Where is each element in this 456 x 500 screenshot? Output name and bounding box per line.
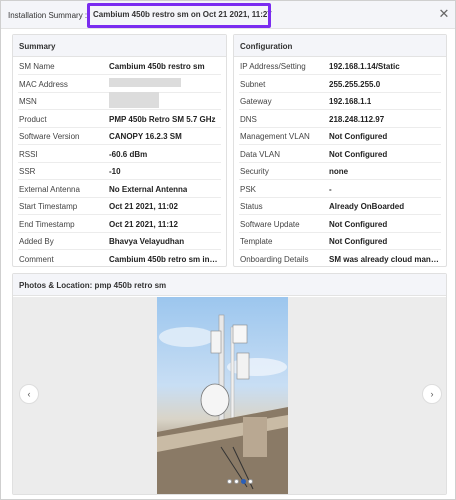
summary-value: -60.6 dBm xyxy=(109,149,148,159)
config-value: Not Configured xyxy=(329,237,388,246)
config-row: Template Not Configured xyxy=(234,232,446,250)
config-value: none xyxy=(329,167,349,176)
chevron-left-icon: ‹ xyxy=(27,389,31,399)
installation-summary-modal: Installation Summary : Cambium 450b rest… xyxy=(0,0,456,500)
config-value: Not Configured xyxy=(329,132,388,141)
close-icon[interactable]: ✕ xyxy=(437,7,451,21)
config-value: 192.168.1.1 xyxy=(329,97,372,106)
carousel-dot[interactable] xyxy=(234,479,239,484)
config-label: PSK xyxy=(240,184,257,194)
summary-value: CANOPY 16.2.3 SM xyxy=(109,132,182,141)
modal-header: Installation Summary : Cambium 450b rest… xyxy=(1,1,455,29)
config-row: Onboarding Details SM was already cloud m… xyxy=(234,250,446,268)
summary-value: -10 xyxy=(109,167,121,176)
summary-panel: Summary SM Name Cambium 450b restro sm MAC… xyxy=(12,34,227,267)
photos-panel: Photos & Location: pmp 450b retro sm ‹ › xyxy=(12,273,447,495)
site-photo xyxy=(157,297,288,494)
summary-label: RSSI xyxy=(19,149,38,159)
config-row: Management VLAN Not Configured xyxy=(234,127,446,145)
header-prefix: Installation Summary : xyxy=(8,11,88,20)
summary-value: Cambium 450b restro sm xyxy=(109,62,205,71)
summary-label: Product xyxy=(19,114,47,124)
config-row: PSK - xyxy=(234,180,446,198)
summary-label: SM Name xyxy=(19,62,55,71)
summary-row: Software Version CANOPY 16.2.3 SM xyxy=(13,127,226,145)
config-label: Subnet xyxy=(240,79,266,89)
redacted-value xyxy=(109,92,159,108)
summary-value: No External Antenna xyxy=(109,184,188,194)
carousel-dot[interactable] xyxy=(248,479,253,484)
summary-row: MSN xyxy=(13,92,226,110)
summary-label: MAC Address xyxy=(19,79,68,89)
summary-value: Bhavya Velayudhan xyxy=(109,237,185,246)
summary-row: SM Name Cambium 450b restro sm xyxy=(13,57,226,75)
summary-row: MAC Address xyxy=(13,75,226,93)
configuration-panel: Configuration IP Address/Setting 192.168.… xyxy=(233,34,447,267)
config-value: 192.168.1.14/Static xyxy=(329,62,400,71)
summary-label: Start Timestamp xyxy=(19,202,78,211)
config-value: 255.255.255.0 xyxy=(329,79,381,89)
config-row: Data VLAN Not Configured xyxy=(234,145,446,163)
summary-value: Oct 21 2021, 11:12 xyxy=(109,219,178,229)
config-label: Gateway xyxy=(240,97,272,106)
summary-row: External Antenna No External Antenna xyxy=(13,180,226,198)
photo-carousel: ‹ › xyxy=(13,297,446,494)
config-value: Already OnBoarded xyxy=(329,202,405,211)
config-value: SM was already cloud manag... xyxy=(329,254,441,264)
configuration-title: Configuration xyxy=(234,35,446,57)
redacted-value xyxy=(109,77,181,87)
summary-row: RSSI -60.6 dBm xyxy=(13,145,226,163)
summary-value: Oct 21 2021, 11:02 xyxy=(109,202,178,211)
config-value: 218.248.112.97 xyxy=(329,114,385,124)
summary-value: Cambium 450b retro sm inst... xyxy=(109,254,221,264)
config-label: Security xyxy=(240,167,269,176)
summary-label: MSN xyxy=(19,97,37,106)
config-value: - xyxy=(329,184,332,194)
config-label: IP Address/Setting xyxy=(240,62,306,71)
photos-title: Photos & Location: pmp 450b retro sm xyxy=(13,274,446,296)
config-label: Management VLAN xyxy=(240,132,310,141)
summary-row: Added By Bhavya Velayudhan xyxy=(13,232,226,250)
summary-title: Summary xyxy=(13,35,226,57)
carousel-dot[interactable] xyxy=(227,479,232,484)
summary-row: SSR -10 xyxy=(13,162,226,180)
title-highlight xyxy=(87,3,271,28)
summary-row: Comment Cambium 450b retro sm inst... xyxy=(13,250,226,268)
config-row: Subnet 255.255.255.0 xyxy=(234,75,446,93)
config-row: Software Update Not Configured xyxy=(234,215,446,233)
prev-photo-button[interactable]: ‹ xyxy=(19,384,39,404)
summary-label: End Timestamp xyxy=(19,219,75,229)
summary-label: Software Version xyxy=(19,132,80,141)
summary-value: PMP 450b Retro SM 5.7 GHz xyxy=(109,114,216,124)
summary-row: End Timestamp Oct 21 2021, 11:12 xyxy=(13,215,226,233)
next-photo-button[interactable]: › xyxy=(422,384,442,404)
config-label: Data VLAN xyxy=(240,149,281,159)
summary-label: Added By xyxy=(19,237,54,246)
config-label: Template xyxy=(240,237,273,246)
config-label: Status xyxy=(240,202,263,211)
config-label: Software Update xyxy=(240,219,300,229)
config-row: DNS 218.248.112.97 xyxy=(234,110,446,128)
config-row: Status Already OnBoarded xyxy=(234,197,446,215)
summary-label: Comment xyxy=(19,254,54,264)
config-value: Not Configured xyxy=(329,149,388,159)
summary-row: Start Timestamp Oct 21 2021, 11:02 xyxy=(13,197,226,215)
config-row: IP Address/Setting 192.168.1.14/Static xyxy=(234,57,446,75)
config-label: DNS xyxy=(240,114,257,124)
config-label: Onboarding Details xyxy=(240,254,309,264)
chevron-right-icon: › xyxy=(430,389,434,399)
config-row: Security none xyxy=(234,162,446,180)
summary-label: SSR xyxy=(19,167,36,176)
summary-label: External Antenna xyxy=(19,184,80,194)
config-value: Not Configured xyxy=(329,219,388,229)
config-row: Gateway 192.168.1.1 xyxy=(234,92,446,110)
summary-row: Product PMP 450b Retro SM 5.7 GHz xyxy=(13,110,226,128)
carousel-dot[interactable] xyxy=(241,479,246,484)
